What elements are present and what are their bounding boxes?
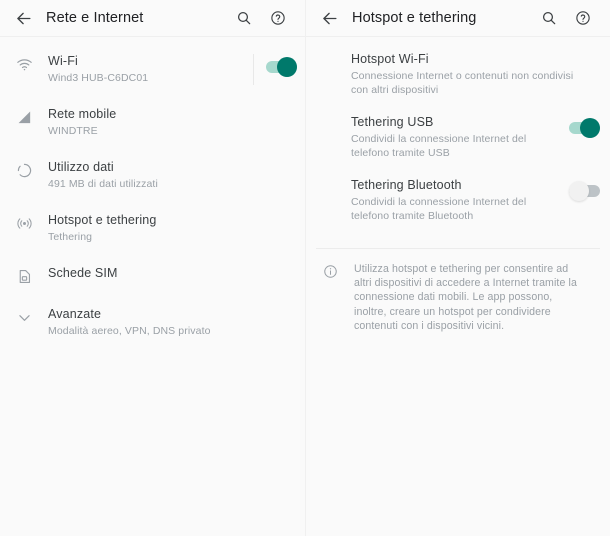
list-item-avanzate[interactable]: Avanzate Modalità aereo, VPN, DNS privat… bbox=[0, 296, 305, 349]
data-usage-icon bbox=[16, 162, 33, 179]
info-circle-icon bbox=[323, 264, 338, 279]
left-appbar: Rete e Internet bbox=[0, 0, 305, 37]
row-icon bbox=[0, 213, 48, 232]
list-item-wifi[interactable]: Wi-Fi Wind3 HUB-C6DC01 bbox=[0, 41, 305, 96]
wifi-icon bbox=[16, 56, 33, 73]
settings-split-screen: Rete e Internet Wi-Fi Wind3 HUB-C6DC01 R… bbox=[0, 0, 610, 536]
row-text: Tethering Bluetooth Condividi la conness… bbox=[351, 178, 569, 223]
search-button[interactable] bbox=[227, 0, 261, 37]
page-title: Rete e Internet bbox=[46, 10, 144, 26]
hotspot-icon bbox=[16, 215, 33, 232]
list-item-hotspot-wifi[interactable]: Hotspot Wi-Fi Connessione Internet o con… bbox=[306, 43, 610, 106]
right-panel-hotspot-e-tethering: Hotspot e tethering Hotspot Wi-Fi Connes… bbox=[305, 0, 610, 536]
list-item-subtitle: 491 MB di dati utilizzati bbox=[48, 178, 158, 190]
row-icon bbox=[0, 307, 48, 326]
arrow-back-icon bbox=[14, 9, 33, 28]
help-circle-icon bbox=[270, 10, 286, 26]
chevron-down-icon bbox=[16, 309, 33, 326]
list-item-title: Utilizzo dati bbox=[48, 160, 114, 174]
list-item-title: Avanzate bbox=[48, 307, 102, 321]
wifi-toggle[interactable] bbox=[266, 57, 297, 77]
back-button[interactable] bbox=[0, 0, 46, 37]
row-icon bbox=[0, 54, 48, 73]
toggle-container bbox=[266, 54, 297, 77]
row-text: Rete mobile WINDTRE bbox=[48, 107, 297, 138]
list-item-rete-mobile[interactable]: Rete mobile WINDTRE bbox=[0, 96, 305, 149]
row-text: Wi-Fi Wind3 HUB-C6DC01 bbox=[48, 54, 253, 85]
list-item-subtitle: Wind3 HUB-C6DC01 bbox=[48, 72, 149, 84]
list-item-subtitle: Tethering bbox=[48, 231, 93, 243]
list-item-tethering-usb[interactable]: Tethering USB Condividi la connessione I… bbox=[306, 106, 610, 169]
help-button[interactable] bbox=[261, 0, 295, 37]
info-icon-container bbox=[306, 262, 354, 279]
sim-card-icon bbox=[16, 268, 33, 285]
row-icon bbox=[0, 160, 48, 179]
help-circle-icon bbox=[575, 10, 591, 26]
list-item-title: Wi-Fi bbox=[48, 54, 78, 68]
arrow-back-icon bbox=[320, 9, 339, 28]
row-text: Tethering USB Condividi la connessione I… bbox=[351, 115, 569, 160]
row-icon bbox=[0, 266, 48, 285]
list-item-hotspot-e-tethering[interactable]: Hotspot e tethering Tethering bbox=[0, 202, 305, 255]
search-icon bbox=[541, 10, 557, 26]
row-icon bbox=[0, 107, 48, 126]
list-item-subtitle: Condividi la connessione Internet del te… bbox=[351, 196, 527, 222]
signal-cellular-icon bbox=[16, 109, 33, 126]
vertical-divider bbox=[253, 54, 254, 85]
left-settings-list: Wi-Fi Wind3 HUB-C6DC01 Rete mobile WINDT… bbox=[0, 37, 305, 349]
row-text: Hotspot e tethering Tethering bbox=[48, 213, 297, 244]
toggle-container bbox=[569, 178, 600, 201]
back-button[interactable] bbox=[306, 0, 352, 37]
list-item-tethering-bluetooth[interactable]: Tethering Bluetooth Condividi la conness… bbox=[306, 169, 610, 232]
row-text: Utilizzo dati 491 MB di dati utilizzati bbox=[48, 160, 297, 191]
list-item-utilizzo-dati[interactable]: Utilizzo dati 491 MB di dati utilizzati bbox=[0, 149, 305, 202]
list-item-subtitle: WINDTRE bbox=[48, 125, 98, 137]
list-item-title: Hotspot e tethering bbox=[48, 213, 157, 227]
info-footer: Utilizza hotspot e tethering per consent… bbox=[306, 249, 610, 333]
tethering-usb-toggle[interactable] bbox=[569, 118, 600, 138]
row-text: Schede SIM bbox=[48, 266, 297, 281]
left-panel-rete-e-internet: Rete e Internet Wi-Fi Wind3 HUB-C6DC01 R… bbox=[0, 0, 305, 536]
toggle-thumb bbox=[580, 118, 600, 138]
list-item-schede-sim[interactable]: Schede SIM bbox=[0, 255, 305, 296]
right-appbar: Hotspot e tethering bbox=[306, 0, 610, 37]
list-item-subtitle: Connessione Internet o contenuti non con… bbox=[351, 70, 574, 96]
toggle-container bbox=[569, 115, 600, 138]
right-settings-list: Hotspot Wi-Fi Connessione Internet o con… bbox=[306, 37, 610, 232]
list-item-title: Schede SIM bbox=[48, 266, 118, 280]
toggle-thumb bbox=[277, 57, 297, 77]
page-title: Hotspot e tethering bbox=[352, 10, 477, 26]
info-text: Utilizza hotspot e tethering per consent… bbox=[354, 263, 577, 332]
help-button[interactable] bbox=[566, 0, 600, 37]
list-item-subtitle: Modalità aereo, VPN, DNS privato bbox=[48, 325, 211, 337]
list-item-title: Rete mobile bbox=[48, 107, 117, 121]
row-text: Hotspot Wi-Fi Connessione Internet o con… bbox=[351, 52, 600, 97]
search-icon bbox=[236, 10, 252, 26]
tethering-bluetooth-toggle[interactable] bbox=[569, 181, 600, 201]
list-item-subtitle: Condividi la connessione Internet del te… bbox=[351, 133, 527, 159]
list-item-title: Tethering USB bbox=[351, 115, 434, 129]
list-item-title: Hotspot Wi-Fi bbox=[351, 52, 429, 66]
toggle-thumb bbox=[569, 181, 589, 201]
search-button[interactable] bbox=[532, 0, 566, 37]
list-item-title: Tethering Bluetooth bbox=[351, 178, 462, 192]
row-text: Avanzate Modalità aereo, VPN, DNS privat… bbox=[48, 307, 297, 338]
